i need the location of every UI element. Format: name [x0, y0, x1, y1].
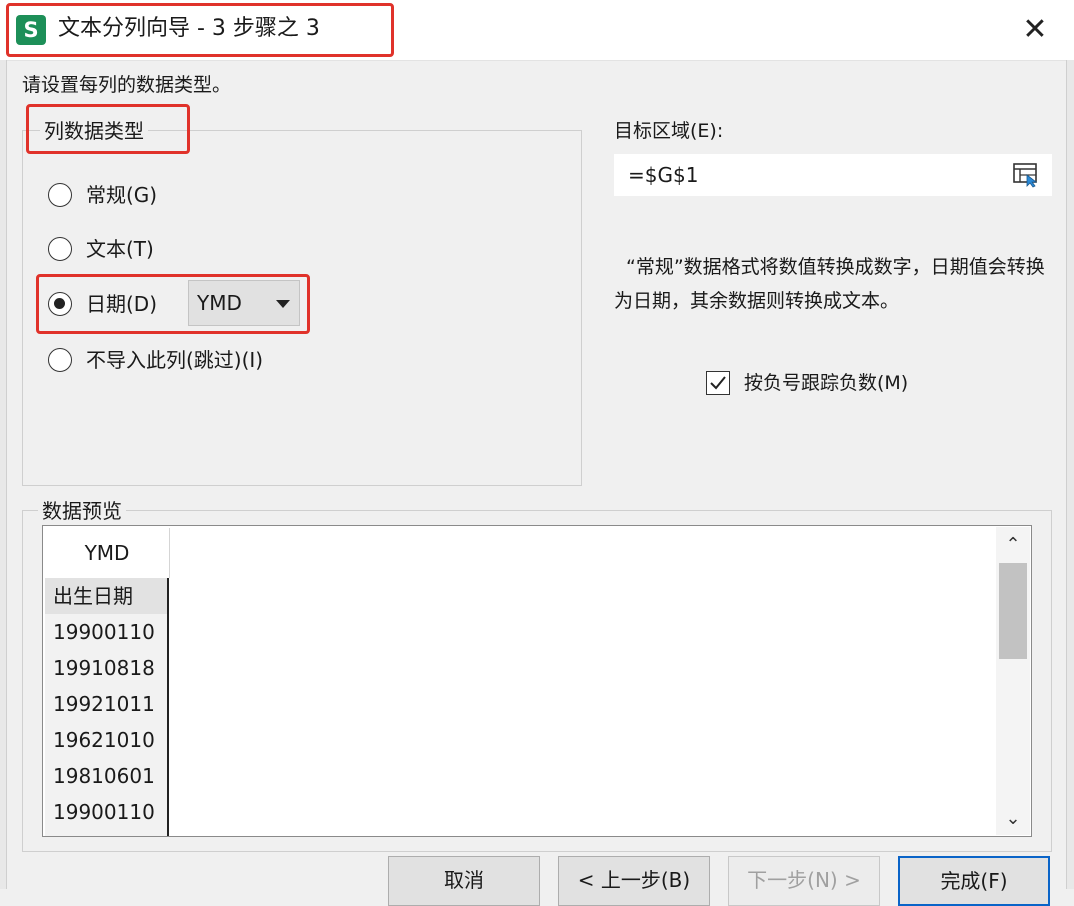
title-highlight-annotation [6, 3, 394, 57]
background-strip-left [0, 60, 7, 889]
range-picker-icon[interactable] [1012, 162, 1040, 188]
scroll-up-icon[interactable]: ⌃ [996, 529, 1030, 561]
preview-row: 19921011 [53, 692, 155, 716]
preview-row: 19900110 [53, 800, 155, 824]
format-description: “常规”数据格式将数值转换成数字，日期值会转换为日期，其余数据则转换成文本。 [614, 256, 1045, 312]
radio-label: 常规(G) [86, 183, 158, 207]
target-label: 目标区域(E): [614, 120, 724, 142]
instruction-text: 请设置每列的数据类型。 [22, 74, 232, 96]
preview-row: 19900110 [53, 620, 155, 644]
radio-button[interactable] [48, 183, 72, 207]
background-strip-right [1066, 60, 1074, 889]
back-button[interactable]: < 上一步(B) [558, 856, 710, 906]
preview-legend: 数据预览 [38, 496, 126, 526]
scroll-thumb[interactable] [999, 563, 1027, 659]
preview-area[interactable]: YMD 出生日期 19900110 19910818 19921011 1962… [42, 525, 1032, 837]
radio-button[interactable] [48, 237, 72, 261]
checkbox-label: 按负号跟踪负数(M) [744, 372, 909, 394]
title-bar: S 文本分列向导 - 3 步骤之 3 ✕ [0, 0, 1074, 61]
preview-row: 出生日期 [45, 578, 167, 614]
preview-column-header[interactable]: YMD [45, 528, 170, 578]
close-button[interactable]: ✕ [1010, 10, 1060, 50]
cancel-button[interactable]: 取消 [388, 856, 540, 906]
radio-label: 不导入此列(跳过)(I) [86, 348, 264, 372]
preview-row: 19621010 [53, 728, 155, 752]
next-button[interactable]: 下一步(N) > [728, 856, 880, 906]
target-field[interactable]: =$G$1 [614, 154, 1052, 196]
legend-highlight-annotation [26, 104, 190, 154]
preview-row: 19810601 [53, 764, 155, 788]
preview-column[interactable]: 出生日期 19900110 19910818 19921011 19621010… [45, 578, 169, 836]
radio-button[interactable] [48, 348, 72, 372]
preview-scrollbar[interactable]: ⌃ ⌄ [996, 527, 1030, 835]
preview-row: 19910818 [53, 656, 155, 680]
checkbox[interactable] [706, 371, 730, 395]
radio-label: 文本(T) [86, 237, 154, 261]
scroll-down-icon[interactable]: ⌄ [996, 803, 1030, 835]
check-icon [710, 376, 726, 390]
date-highlight-annotation [36, 274, 310, 334]
target-value[interactable]: =$G$1 [628, 160, 698, 190]
finish-button[interactable]: 完成(F) [898, 856, 1050, 906]
